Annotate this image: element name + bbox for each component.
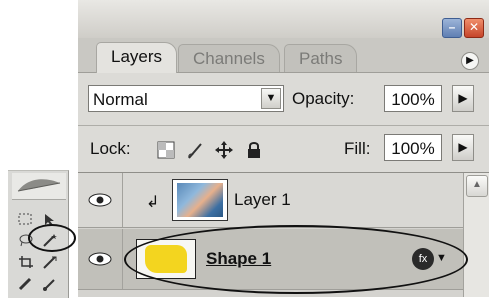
opacity-label: Opacity:	[292, 89, 355, 108]
lock-move-icon[interactable]	[214, 140, 234, 160]
panel-tab-row: Layers Channels Paths	[78, 38, 489, 73]
eye-icon	[88, 193, 112, 207]
tab-layers[interactable]: Layers	[96, 42, 178, 73]
move-tool-icon[interactable]	[40, 211, 60, 229]
blend-mode-value: Normal	[93, 90, 148, 109]
scroll-up-icon[interactable]: ▲	[466, 175, 488, 197]
layer-thumbnail	[172, 179, 228, 221]
toolbox-header	[12, 173, 66, 200]
lock-label: Lock:	[90, 139, 131, 158]
slice-tool-icon[interactable]	[40, 253, 60, 271]
lock-transparent-icon[interactable]	[156, 140, 176, 160]
layer-scrollbar[interactable]: ▲	[463, 173, 489, 297]
clipping-arrow-icon: ↲	[146, 194, 160, 211]
crop-tool-icon[interactable]	[16, 253, 36, 271]
shape-thumbnail	[136, 239, 196, 279]
layer-name[interactable]: Layer 1	[234, 190, 291, 210]
fill-label: Fill:	[344, 139, 371, 158]
lock-all-icon[interactable]	[244, 140, 264, 160]
eye-icon	[88, 252, 112, 266]
minimize-icon[interactable]: –	[442, 18, 462, 38]
magic-wand-tool-icon[interactable]	[40, 231, 60, 249]
lock-brush-icon[interactable]	[186, 140, 206, 160]
opacity-input[interactable]: 100%	[384, 85, 442, 112]
layer-list: ↲ Layer 1 Shape 1 fx ▼	[78, 173, 463, 297]
marquee-tool-icon[interactable]	[16, 211, 36, 229]
tab-paths[interactable]: Paths	[284, 44, 358, 72]
layer-effects-icon[interactable]: fx	[412, 248, 434, 270]
feather-icon	[17, 179, 61, 192]
fill-input[interactable]: 100%	[384, 134, 442, 161]
close-icon[interactable]: ✕	[464, 18, 484, 38]
visibility-toggle[interactable]	[78, 229, 123, 289]
tab-channels[interactable]: Channels	[178, 44, 280, 72]
layer-row-selected[interactable]: Shape 1 fx ▼	[78, 229, 463, 290]
layer-row[interactable]: ↲ Layer 1	[78, 173, 463, 228]
layers-panel: – ✕ Layers Channels Paths ▶ Normal ▼ Opa…	[78, 0, 489, 297]
fill-slider-button[interactable]: ▶	[452, 134, 474, 161]
visibility-toggle[interactable]	[78, 173, 123, 227]
brush-tool-icon[interactable]	[40, 275, 60, 293]
blend-mode-select[interactable]: Normal ▼	[88, 85, 284, 112]
chevron-down-icon[interactable]: ▼	[436, 252, 447, 264]
lasso-tool-icon[interactable]	[16, 231, 36, 249]
lock-fill-row: Lock: Fill: 100% ▶	[78, 126, 489, 173]
layer-name[interactable]: Shape 1	[206, 249, 271, 269]
panel-titlebar: – ✕	[78, 0, 489, 38]
blend-opacity-row: Normal ▼ Opacity: 100% ▶	[78, 73, 489, 126]
panel-menu-icon[interactable]: ▶	[461, 52, 479, 70]
opacity-slider-button[interactable]: ▶	[452, 85, 474, 112]
healing-brush-tool-icon[interactable]	[16, 275, 36, 293]
chevron-down-icon[interactable]: ▼	[261, 88, 281, 109]
toolbox	[8, 170, 69, 298]
